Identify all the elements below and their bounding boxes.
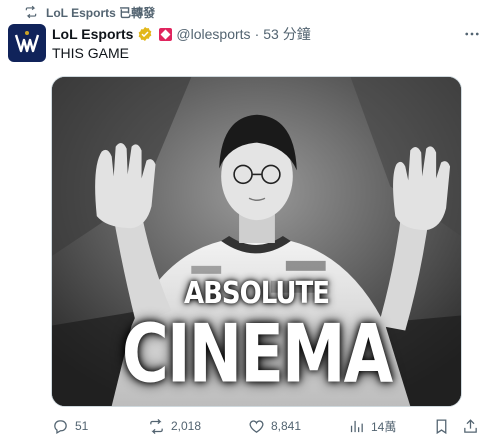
tweet-image[interactable]: ABSOLUTE CINEMA [51, 76, 462, 407]
repost-icon [150, 418, 163, 434]
meme-caption-top: ABSOLUTE [183, 276, 330, 312]
views-count: 14萬 [371, 419, 397, 434]
more-options-icon[interactable] [462, 24, 482, 44]
like-button[interactable]: 8,841 [248, 418, 301, 435]
tweet-timestamp[interactable]: 53 分鐘 [263, 24, 310, 44]
heart-icon [249, 419, 264, 433]
tweet-actions: 51 2,018 8,841 14萬 [52, 414, 482, 438]
repost-banner[interactable]: LoL Esports 已轉發 [24, 4, 155, 20]
views-chart-icon [350, 420, 363, 432]
views-button[interactable]: 14萬 [348, 418, 396, 435]
bookmark-button[interactable] [433, 418, 450, 435]
reply-button[interactable]: 51 [52, 418, 88, 435]
reply-count: 51 [75, 419, 89, 433]
avatar[interactable] [8, 24, 46, 62]
author-name[interactable]: LoL Esports [52, 26, 133, 42]
repost-count: 2,018 [171, 419, 202, 433]
worlds-logo-icon [10, 26, 44, 60]
header-separator: · [254, 26, 260, 42]
meme-caption-bottom: CINEMA [121, 309, 393, 402]
tweet-text: THIS GAME [52, 45, 130, 61]
affiliate-badge-icon[interactable] [159, 27, 173, 41]
repost-banner-text: LoL Esports 已轉發 [46, 5, 156, 20]
share-icon [464, 418, 477, 433]
repost-icon [25, 5, 37, 19]
verified-badge-icon[interactable] [137, 26, 153, 42]
reply-icon [54, 419, 67, 434]
tweet-header: LoL Esports @lolesports · 53 分鐘 [52, 25, 311, 43]
like-count: 8,841 [271, 419, 302, 433]
bookmark-icon [436, 418, 447, 434]
share-button[interactable] [462, 418, 479, 435]
author-handle[interactable]: @lolesports [176, 26, 250, 42]
repost-button[interactable]: 2,018 [148, 418, 201, 435]
